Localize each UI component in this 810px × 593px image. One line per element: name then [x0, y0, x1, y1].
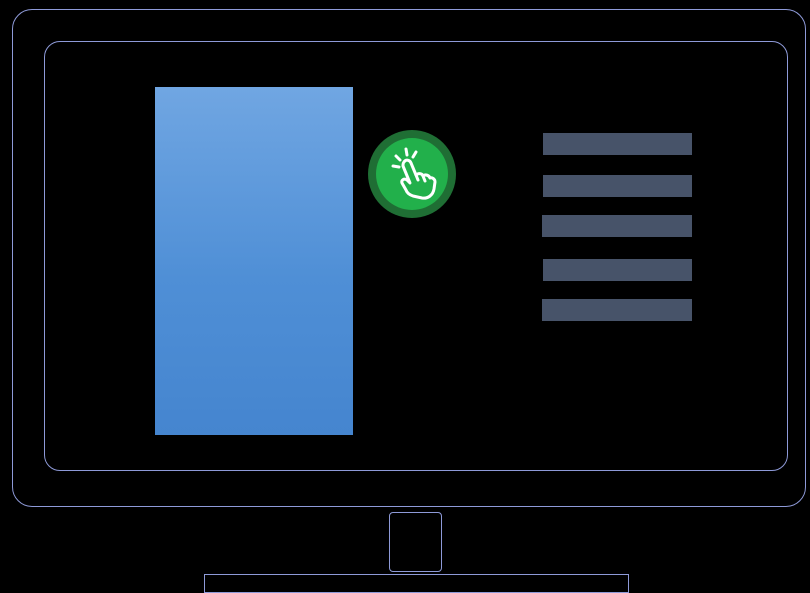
- menu-line: [543, 133, 692, 155]
- menu-line: [543, 259, 692, 281]
- menu-line: [542, 299, 692, 321]
- hand-tap-glyph: [391, 147, 437, 200]
- monitor-illustration: [0, 0, 810, 593]
- monitor-neck: [389, 512, 442, 572]
- content-panel: [155, 87, 353, 435]
- hand-tap-icon: [368, 130, 456, 218]
- menu-line: [543, 175, 692, 197]
- menu-line: [542, 215, 692, 237]
- monitor-base: [204, 574, 629, 593]
